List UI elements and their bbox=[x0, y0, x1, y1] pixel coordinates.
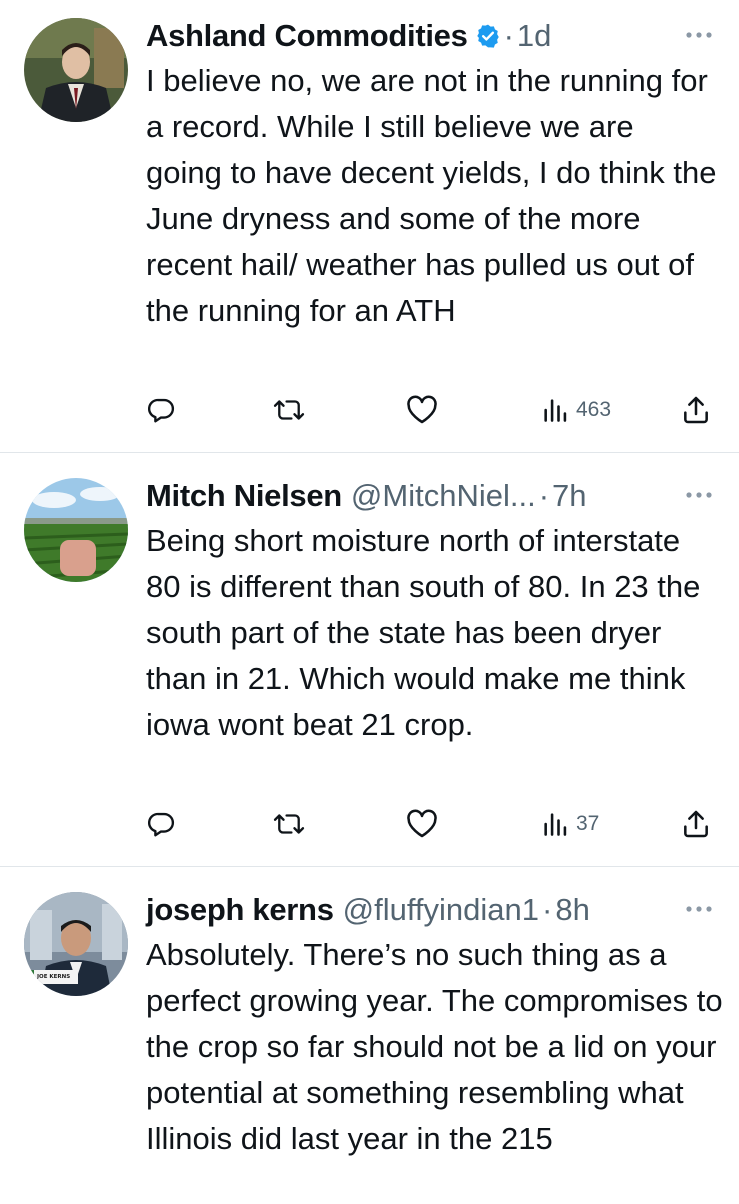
user-handle[interactable]: @MitchNiel... bbox=[351, 478, 536, 514]
tweet-actions: 37 bbox=[146, 804, 716, 844]
divider bbox=[0, 866, 739, 867]
like-button[interactable] bbox=[406, 804, 438, 844]
reply-icon bbox=[147, 398, 175, 423]
like-button[interactable] bbox=[406, 390, 438, 430]
avatar[interactable] bbox=[24, 18, 128, 122]
share-icon bbox=[684, 810, 708, 838]
retweet-icon bbox=[273, 400, 305, 420]
more-icon[interactable] bbox=[679, 480, 719, 510]
avatar[interactable] bbox=[24, 478, 128, 582]
reply-icon bbox=[147, 812, 175, 837]
reply-button[interactable] bbox=[146, 390, 176, 430]
reply-button[interactable] bbox=[146, 804, 176, 844]
display-name[interactable]: Ashland Commodities bbox=[146, 18, 468, 54]
avatar-caption: JOE KERNS bbox=[36, 974, 70, 980]
verified-badge-icon bbox=[475, 23, 501, 49]
more-icon[interactable] bbox=[679, 20, 719, 50]
timestamp[interactable]: 7h bbox=[552, 478, 586, 514]
timestamp[interactable]: 1d bbox=[517, 18, 551, 54]
separator-dot: · bbox=[538, 478, 550, 513]
views-icon bbox=[544, 399, 567, 422]
user-handle[interactable]: @fluffyindian1 bbox=[343, 892, 539, 928]
more-icon[interactable] bbox=[679, 894, 719, 924]
views-button[interactable]: 463 bbox=[540, 390, 611, 430]
retweet-icon bbox=[273, 814, 305, 834]
views-count: 463 bbox=[576, 398, 612, 421]
retweet-button[interactable] bbox=[272, 804, 306, 844]
like-icon bbox=[407, 809, 437, 838]
display-name[interactable]: Mitch Nielsen bbox=[146, 478, 342, 514]
timestamp[interactable]: 8h bbox=[555, 892, 589, 928]
views-button[interactable]: 37 bbox=[540, 804, 599, 844]
avatar[interactable]: JOE KERNS bbox=[24, 892, 128, 996]
separator-dot: · bbox=[503, 18, 514, 53]
share-button[interactable] bbox=[680, 804, 712, 844]
share-button[interactable] bbox=[680, 390, 712, 430]
tweet-actions: 463 bbox=[146, 390, 716, 430]
tweet[interactable]: JOE KERNS joseph kerns @fluffyindian1 · … bbox=[0, 876, 739, 1204]
divider bbox=[0, 452, 739, 453]
tweet-text: I believe no, we are not in the running … bbox=[146, 63, 717, 328]
tweet-text: Being short moisture north of interstate… bbox=[146, 523, 701, 742]
tweet[interactable]: Ashland Commodities · 1d I believe no, w… bbox=[0, 0, 739, 452]
share-icon bbox=[684, 396, 708, 424]
views-count: 37 bbox=[576, 812, 600, 835]
views-icon bbox=[544, 813, 567, 836]
like-icon bbox=[407, 395, 437, 424]
tweet-text: Absolutely. There’s no such thing as a p… bbox=[146, 937, 723, 1156]
display-name[interactable]: joseph kerns bbox=[146, 892, 334, 928]
tweet[interactable]: Mitch Nielsen @MitchNiel... · 7h Being s… bbox=[0, 462, 739, 866]
retweet-button[interactable] bbox=[272, 390, 306, 430]
separator-dot: · bbox=[542, 892, 553, 927]
